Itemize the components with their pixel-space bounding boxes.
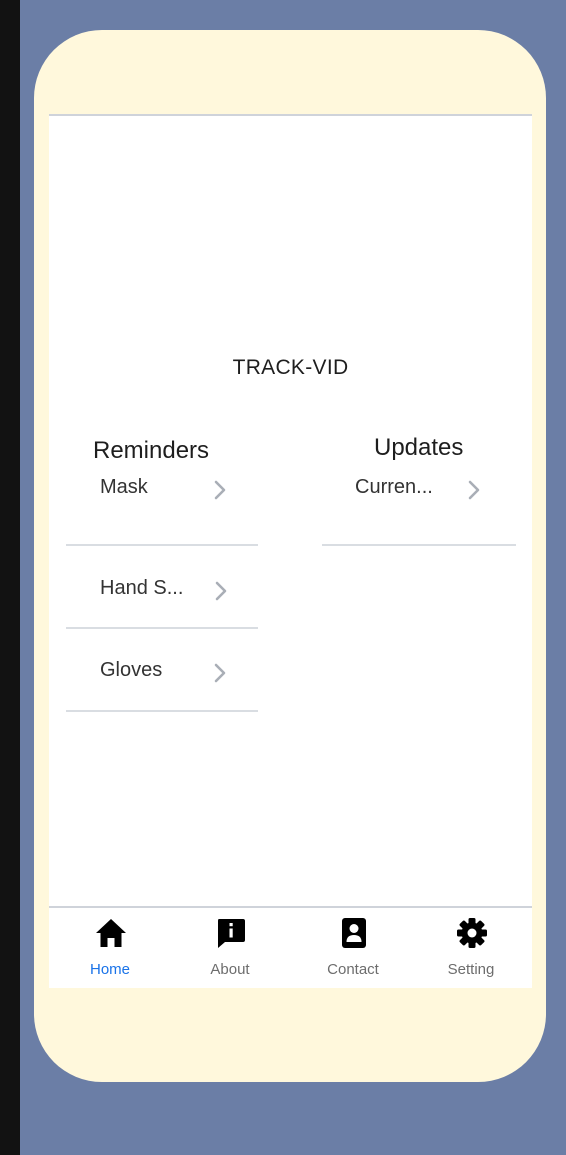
- home-icon: [96, 919, 126, 947]
- update-item-label: Curren...: [355, 476, 433, 498]
- tab-home-label: Home: [89, 961, 130, 978]
- tab-setting-label: Setting: [447, 961, 495, 978]
- info-chat-icon: [218, 919, 245, 948]
- tab-home[interactable]: Home: [70, 908, 150, 988]
- chevron-right-icon: [215, 581, 227, 601]
- tab-setting[interactable]: Setting: [431, 908, 511, 988]
- reminder-item-mask[interactable]: Mask: [66, 464, 258, 546]
- contact-icon: [342, 918, 366, 948]
- app-title: TRACK-VID: [232, 356, 349, 379]
- chevron-right-icon: [214, 480, 226, 500]
- app-screen: TRACK-VID Reminders Updates Mask Hand S.…: [49, 114, 532, 988]
- bottom-tab-bar: Home About Contact Setting: [49, 906, 532, 988]
- tab-about-label: About: [210, 961, 250, 978]
- gear-icon: [457, 918, 487, 948]
- chevron-right-icon: [468, 480, 480, 500]
- tab-contact-label: Contact: [327, 961, 379, 978]
- reminders-title: Reminders: [93, 437, 210, 464]
- update-item-current[interactable]: Curren...: [322, 464, 516, 546]
- chevron-right-icon: [214, 663, 226, 683]
- reminder-item-label: Mask: [100, 476, 148, 498]
- reminder-item-hand-sanitizer[interactable]: Hand S...: [66, 547, 258, 629]
- tab-contact[interactable]: Contact: [313, 908, 393, 988]
- reminder-item-gloves[interactable]: Gloves: [66, 630, 258, 712]
- reminder-item-label: Gloves: [100, 659, 163, 681]
- updates-title: Updates: [374, 434, 464, 461]
- tab-about[interactable]: About: [190, 908, 270, 988]
- left-edge-bar: [0, 0, 20, 1155]
- reminder-item-label: Hand S...: [100, 577, 184, 599]
